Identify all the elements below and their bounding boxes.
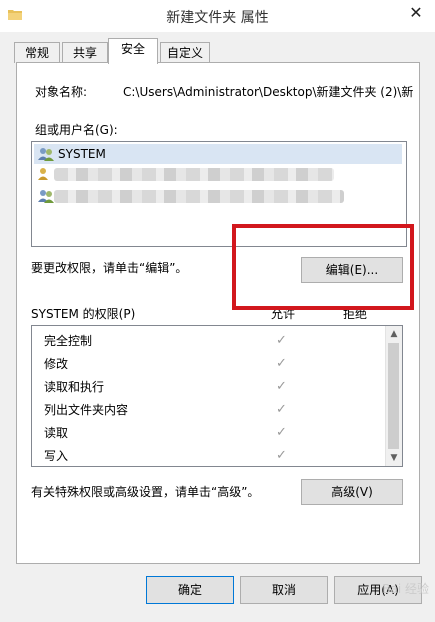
advanced-button[interactable]: 高级(V) <box>301 479 403 505</box>
close-button[interactable]: ✕ <box>403 2 429 24</box>
user-group-icon <box>38 168 48 180</box>
annotation-highlight-box <box>232 224 414 310</box>
allow-check-icon: ✓ <box>276 379 287 394</box>
permission-name: 列出文件夹内容 <box>44 403 129 417</box>
ok-button[interactable]: 确定 <box>146 576 234 604</box>
user-group-icon <box>38 190 54 203</box>
allow-check-icon: ✓ <box>276 333 287 348</box>
user-row-blurred[interactable] <box>34 164 402 184</box>
permission-name: 读取和执行 <box>44 380 105 394</box>
allow-check-icon: ✓ <box>276 402 287 417</box>
permission-row: 完全控制 ✓ <box>44 330 384 352</box>
window-title: 新建文件夹 属性 <box>166 10 269 26</box>
object-name-label: 对象名称: <box>35 85 88 99</box>
watermark-logo: Bai 经验 <box>382 582 429 596</box>
permissions-scrollbar[interactable]: ▲ ▼ <box>385 326 402 466</box>
tab-custom[interactable]: 自定义 <box>160 42 210 63</box>
permissions-label: SYSTEM 的权限(P) <box>31 307 136 321</box>
user-row-blurred[interactable] <box>34 186 402 206</box>
permission-row: 修改 ✓ <box>44 353 384 375</box>
tab-security[interactable]: 安全 <box>108 38 158 64</box>
cancel-button[interactable]: 取消 <box>240 576 328 604</box>
permission-name: 修改 <box>44 357 69 371</box>
scroll-up-icon[interactable]: ▲ <box>386 326 402 342</box>
permission-name: 读取 <box>44 426 69 440</box>
user-row-system[interactable]: SYSTEM <box>34 144 402 164</box>
allow-check-icon: ✓ <box>276 448 287 463</box>
scroll-thumb[interactable] <box>388 343 399 449</box>
permission-row: 读取 ✓ <box>44 422 384 444</box>
allow-check-icon: ✓ <box>276 356 287 371</box>
blurred-user-name <box>54 168 334 181</box>
object-name-value: C:\Users\Administrator\Desktop\新建文件夹 (2)… <box>123 85 413 99</box>
permission-row: 列出文件夹内容 ✓ <box>44 399 384 421</box>
allow-check-icon: ✓ <box>276 425 287 440</box>
user-name: SYSTEM <box>58 147 106 161</box>
permissions-listbox[interactable]: 完全控制 ✓ 修改 ✓ 读取和执行 ✓ 列出文件夹内容 ✓ 读取 ✓ 写入 ✓ … <box>31 325 403 467</box>
security-panel: 对象名称: C:\Users\Administrator\Desktop\新建文… <box>16 62 420 564</box>
advanced-instruction: 有关特殊权限或高级设置，请单击“高级”。 <box>31 485 260 499</box>
tab-sharing[interactable]: 共享 <box>62 42 108 63</box>
tab-general[interactable]: 常规 <box>14 42 60 63</box>
permission-row: 写入 ✓ <box>44 445 384 466</box>
user-group-icon <box>38 148 54 161</box>
permission-name: 写入 <box>44 449 69 463</box>
group-users-label: 组或用户名(G): <box>35 123 118 137</box>
title-bar: 新建文件夹 属性 ✕ <box>0 0 435 32</box>
permission-row: 读取和执行 ✓ <box>44 376 384 398</box>
edit-instruction: 要更改权限，请单击“编辑”。 <box>31 261 188 275</box>
scroll-down-icon[interactable]: ▼ <box>386 450 402 466</box>
permission-name: 完全控制 <box>44 334 93 348</box>
blurred-user-name <box>54 190 344 203</box>
